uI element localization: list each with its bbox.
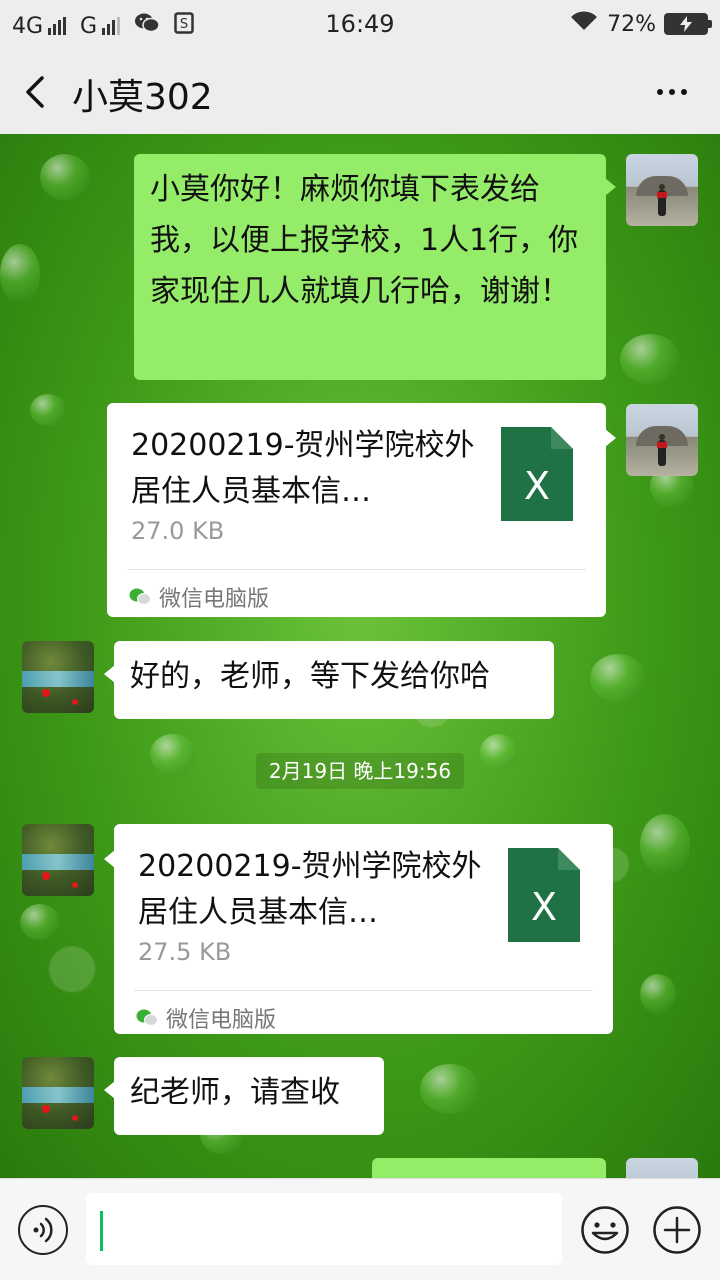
file-source-label: 微信电脑版 xyxy=(166,1008,277,1033)
chevron-left-icon xyxy=(26,76,44,108)
excel-file-icon: X xyxy=(508,848,580,942)
voice-button[interactable] xyxy=(18,1205,68,1255)
excel-file-icon: X xyxy=(501,427,573,521)
plus-button[interactable] xyxy=(652,1205,702,1255)
chat-header: 小莫302 xyxy=(0,50,720,134)
emoji-icon xyxy=(581,1206,629,1254)
message-timestamp: 2月19日 晚上19:56 xyxy=(256,753,464,789)
contact-avatar[interactable] xyxy=(22,824,94,896)
my-text-bubble[interactable] xyxy=(372,1158,606,1178)
message-input-bar xyxy=(0,1178,720,1280)
status-right: 72% xyxy=(569,10,712,38)
file-message-card[interactable]: 20200219-贺州学院校外居住人员基本信… 27.5 KB X 微信电脑版 xyxy=(104,824,613,1034)
text-caret xyxy=(100,1211,103,1251)
file-source-label: 微信电脑版 xyxy=(159,587,270,612)
wechat-icon xyxy=(129,588,151,605)
status-bar: 4G G S 16:49 72% xyxy=(0,0,720,50)
contact-text-bubble[interactable]: 好的，老师，等下发给你哈 xyxy=(104,641,554,719)
chat-area[interactable]: 小莫你好！麻烦你填下表发给我，以便上报学校，1人1行，你家现住几人就填几行哈，谢… xyxy=(0,134,720,1178)
file-source: 微信电脑版 xyxy=(129,581,269,613)
my-avatar[interactable] xyxy=(626,404,698,476)
file-name: 20200219-贺州学院校外居住人员基本信… xyxy=(138,849,482,930)
file-message-card[interactable]: 20200219-贺州学院校外居住人员基本信… 27.0 KB X 微信电脑版 xyxy=(107,403,616,617)
file-size: 27.0 KB xyxy=(131,517,225,545)
chat-title: 小莫302 xyxy=(72,77,213,118)
plus-icon xyxy=(653,1206,701,1254)
more-dots-icon xyxy=(657,89,663,95)
battery-percent: 72% xyxy=(607,11,656,37)
wechat-icon xyxy=(136,1009,158,1026)
emoji-button[interactable] xyxy=(580,1205,630,1255)
contact-text-bubble[interactable]: 纪老师，请查收 xyxy=(104,1057,384,1135)
message-text: 好的，老师，等下发给你哈 xyxy=(130,659,490,694)
contact-avatar[interactable] xyxy=(22,1057,94,1129)
message-text: 小莫你好！麻烦你填下表发给我，以便上报学校，1人1行，你家现住几人就填几行哈，谢… xyxy=(150,172,579,309)
message-text: 纪老师，请查收 xyxy=(130,1075,340,1110)
my-avatar[interactable] xyxy=(626,1158,698,1178)
more-button[interactable] xyxy=(652,74,692,110)
file-name: 20200219-贺州学院校外居住人员基本信… xyxy=(131,428,475,509)
contact-avatar[interactable] xyxy=(22,641,94,713)
svg-text:X: X xyxy=(531,885,557,929)
my-text-bubble[interactable]: 小莫你好！麻烦你填下表发给我，以便上报学校，1人1行，你家现住几人就填几行哈，谢… xyxy=(134,154,616,380)
back-button[interactable] xyxy=(18,72,58,112)
file-source: 微信电脑版 xyxy=(136,1002,276,1034)
battery-charging-icon xyxy=(664,13,712,35)
my-avatar[interactable] xyxy=(626,154,698,226)
file-size: 27.5 KB xyxy=(138,938,232,966)
voice-icon xyxy=(33,1217,53,1243)
wifi-icon xyxy=(569,10,599,38)
svg-text:X: X xyxy=(524,464,550,508)
message-input[interactable] xyxy=(86,1193,562,1265)
